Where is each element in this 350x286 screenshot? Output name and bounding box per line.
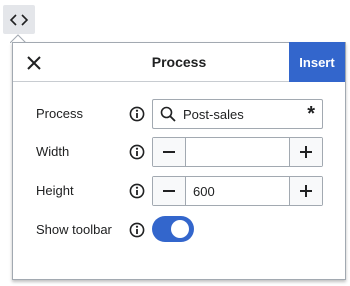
show-toolbar-toggle[interactable]	[152, 216, 194, 242]
width-input[interactable]	[186, 138, 289, 166]
required-indicator: *	[307, 103, 315, 125]
search-icon	[160, 106, 176, 122]
height-decrement-button[interactable]	[153, 177, 186, 205]
plus-icon	[300, 146, 312, 158]
info-icon[interactable]	[129, 222, 145, 238]
height-stepper: 600	[152, 176, 323, 206]
insert-button[interactable]: Insert	[289, 42, 345, 82]
info-icon[interactable]	[129, 144, 145, 160]
process-value: Post-sales	[183, 107, 244, 122]
info-icon[interactable]	[129, 106, 145, 122]
minus-icon	[163, 190, 175, 192]
dialog-header: Process Insert	[13, 42, 345, 82]
process-row: Process Post-sales *	[13, 99, 345, 129]
width-row: Width	[13, 137, 345, 167]
width-label: Width	[36, 144, 70, 159]
width-stepper	[152, 137, 323, 167]
width-increment-button[interactable]	[289, 138, 322, 166]
show-toolbar-label: Show toolbar	[36, 222, 112, 237]
process-search-input[interactable]: Post-sales *	[152, 99, 323, 129]
toggle-knob	[171, 220, 189, 238]
width-decrement-button[interactable]	[153, 138, 186, 166]
height-increment-button[interactable]	[289, 177, 322, 205]
process-dialog: Process Insert Process Post-sales * Widt…	[12, 42, 346, 280]
height-label: Height	[36, 183, 74, 198]
process-label: Process	[36, 106, 83, 121]
code-view-button[interactable]	[3, 5, 35, 34]
info-icon[interactable]	[129, 183, 145, 199]
height-input[interactable]: 600	[186, 177, 289, 205]
height-row: Height 600	[13, 176, 345, 206]
show-toolbar-row: Show toolbar	[13, 215, 345, 245]
plus-icon	[300, 185, 312, 197]
minus-icon	[163, 151, 175, 153]
code-brackets-icon	[9, 13, 29, 26]
